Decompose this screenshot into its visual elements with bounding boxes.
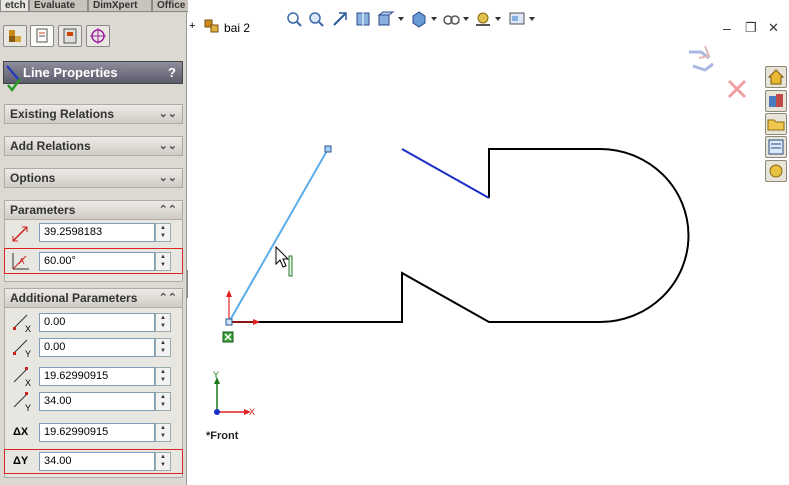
tab-dimxpert[interactable]: DimXpert bbox=[88, 0, 152, 12]
view-name-label: *Front bbox=[206, 430, 239, 442]
additional-parameters-header[interactable]: Additional Parameters ⌃⌃ bbox=[4, 288, 183, 308]
start-x-field[interactable]: 0.00 bbox=[39, 313, 155, 332]
length-field[interactable]: 39.2598183 bbox=[39, 223, 155, 242]
delta-x-field[interactable]: 19.62990915 bbox=[39, 423, 155, 442]
sketch-profile[interactable] bbox=[229, 148, 690, 323]
delta-y-label: ΔY bbox=[13, 455, 29, 467]
panel-title-bar: Line Properties ? bbox=[3, 61, 183, 84]
delta-x-spinner[interactable]: ▲ ▼ bbox=[155, 423, 171, 442]
y-label: Y bbox=[25, 349, 31, 359]
triad-y-label: Y bbox=[213, 370, 220, 380]
add-relations-header[interactable]: Add Relations ⌄⌄ bbox=[4, 136, 183, 156]
parameters-header[interactable]: Parameters ⌃⌃ bbox=[4, 200, 183, 220]
end-x-field[interactable]: 19.62990915 bbox=[39, 367, 155, 386]
panel-title: Line Properties bbox=[23, 65, 118, 80]
existing-relations-label: Existing Relations bbox=[10, 107, 115, 121]
end-y-field[interactable]: 34.00 bbox=[39, 392, 155, 411]
start-y-spinner[interactable]: ▲ ▼ bbox=[155, 338, 171, 357]
target-icon bbox=[90, 28, 106, 44]
view-palette-button[interactable] bbox=[765, 136, 787, 158]
checkmark-icon[interactable] bbox=[6, 77, 22, 93]
y-label: Y bbox=[25, 403, 31, 413]
add-relations-label: Add Relations bbox=[10, 139, 91, 153]
sketch-viewport[interactable] bbox=[188, 0, 789, 485]
start-x-spinner[interactable]: ▲ ▼ bbox=[155, 313, 171, 332]
delta-x-label: ΔX bbox=[13, 426, 29, 438]
end-y-spinner[interactable]: ▲ ▼ bbox=[155, 392, 171, 411]
chevron-down-icon: ⌄⌄ bbox=[158, 140, 177, 152]
chevron-up-icon: ⌃⌃ bbox=[158, 292, 177, 304]
folder-icon bbox=[767, 119, 785, 131]
property-manager-icon bbox=[36, 28, 48, 43]
chevron-down-icon: ⌄⌄ bbox=[158, 172, 177, 184]
appearances-button[interactable] bbox=[765, 160, 787, 182]
configuration-icon bbox=[63, 28, 77, 44]
length-icon bbox=[12, 226, 28, 242]
delta-y-field[interactable]: 34.00 bbox=[39, 452, 155, 471]
x-label: X bbox=[25, 324, 31, 334]
configuration-manager-tab[interactable] bbox=[58, 25, 82, 47]
feature-tree-icon bbox=[9, 30, 21, 42]
vertical-relation-icon bbox=[288, 255, 293, 277]
start-x-icon: X bbox=[13, 314, 31, 334]
end-x-spinner[interactable]: ▲ ▼ bbox=[155, 367, 171, 386]
resources-button[interactable] bbox=[765, 66, 787, 88]
mouse-cursor-icon bbox=[275, 245, 290, 268]
tab-sketch[interactable]: etch bbox=[0, 0, 29, 12]
start-y-icon: Y bbox=[13, 339, 31, 359]
file-explorer-button[interactable] bbox=[765, 113, 787, 135]
chevron-up-icon: ⌃⌃ bbox=[158, 204, 177, 216]
property-manager-panel: Line Properties ? Existing Relations ⌄⌄ … bbox=[0, 13, 187, 485]
chevron-down-icon: ⌄⌄ bbox=[158, 108, 177, 120]
additional-parameters-group: X 0.00 ▲ ▼ Y 0.00 ▲ ▼ X 19.62990915 ▲ ▼ Y 3… bbox=[4, 308, 183, 478]
selected-line[interactable] bbox=[228, 148, 329, 323]
tab-evaluate[interactable]: Evaluate bbox=[29, 0, 88, 12]
design-library-icon bbox=[769, 94, 783, 107]
origin-x-arrow bbox=[253, 319, 260, 325]
triad-origin bbox=[214, 409, 220, 415]
origin-y-arrow bbox=[226, 290, 232, 297]
triad-x-label: X bbox=[249, 407, 256, 417]
existing-relations-header[interactable]: Existing Relations ⌄⌄ bbox=[4, 104, 183, 124]
end-y-icon: Y bbox=[13, 392, 31, 413]
graphics-area[interactable]: + bai 2 – ❐ ✕ Y X *Front bbox=[188, 0, 789, 485]
options-header[interactable]: Options ⌄⌄ bbox=[4, 168, 183, 188]
x-label: X bbox=[25, 378, 31, 388]
sketch-line-blue[interactable] bbox=[401, 148, 490, 199]
sphere-icon bbox=[769, 164, 783, 178]
line-start-point[interactable] bbox=[225, 318, 233, 326]
design-library-button[interactable] bbox=[765, 90, 787, 112]
length-spinner[interactable]: ▲ ▼ bbox=[155, 223, 171, 242]
parameters-group: 39.2598183 ▲ ▼ A 60.00° ▲ ▼ bbox=[4, 220, 183, 282]
additional-parameters-label: Additional Parameters bbox=[10, 291, 138, 305]
angle-spinner[interactable]: ▲ ▼ bbox=[155, 252, 171, 271]
options-label: Options bbox=[10, 171, 56, 185]
view-palette-icon bbox=[768, 139, 784, 155]
property-manager-tab[interactable] bbox=[30, 25, 54, 47]
delta-y-spinner[interactable]: ▲ ▼ bbox=[155, 452, 171, 471]
help-button[interactable]: ? bbox=[168, 65, 176, 80]
line-endpoint[interactable] bbox=[324, 145, 332, 153]
parameters-label: Parameters bbox=[10, 203, 76, 217]
start-y-field[interactable]: 0.00 bbox=[39, 338, 155, 357]
home-icon bbox=[767, 69, 785, 85]
feature-tree-tab[interactable] bbox=[3, 25, 27, 47]
end-x-icon: X bbox=[13, 367, 31, 388]
dimxpert-manager-tab[interactable] bbox=[86, 25, 110, 47]
angle-field[interactable]: 60.00° bbox=[39, 252, 155, 271]
